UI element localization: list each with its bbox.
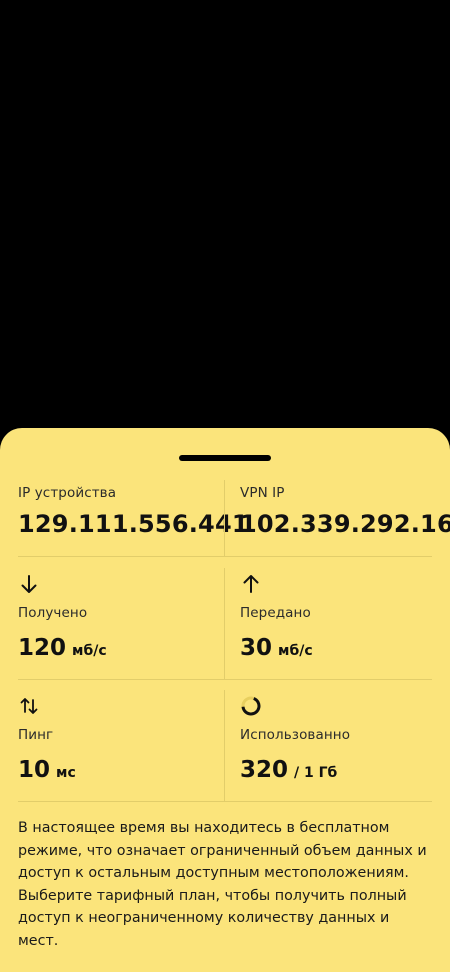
vpn-ip-label: VPN IP: [240, 485, 285, 501]
used-value: 320: [240, 757, 289, 783]
divider: [18, 801, 432, 802]
device-ip-cell: IP устройства 129.111.556.441: [18, 480, 249, 557]
received-value-group: 120 мб/с: [18, 635, 107, 661]
used-cell: Использованно 320 / 1 Гб: [224, 690, 432, 801]
sent-value: 30: [240, 635, 273, 661]
sheet-drag-handle[interactable]: [179, 455, 271, 461]
arrow-up-icon: [243, 575, 259, 593]
swap-vertical-icon: [20, 698, 38, 714]
used-value-group: 320 / 1 Гб: [240, 757, 337, 783]
vpn-ip-cell: VPN IP 102.339.292.161: [224, 480, 450, 557]
received-unit: мб/с: [72, 643, 107, 659]
received-value: 120: [18, 635, 67, 661]
ip-row: IP устройства 129.111.556.441 VPN IP 102…: [18, 480, 450, 557]
traffic-row: Получено 120 мб/с Передано 30 мб/с: [18, 568, 432, 679]
device-ip-label: IP устройства: [18, 485, 117, 501]
divider: [18, 679, 432, 680]
used-unit: / 1 Гб: [294, 765, 338, 781]
progress-ring-icon: [241, 696, 261, 716]
sent-value-group: 30 мб/с: [240, 635, 313, 661]
divider: [18, 556, 432, 557]
sent-cell: Передано 30 мб/с: [224, 568, 432, 679]
sent-unit: мб/с: [278, 643, 313, 659]
received-cell: Получено 120 мб/с: [18, 568, 224, 679]
connection-info-sheet: IP устройства 129.111.556.441 VPN IP 102…: [0, 428, 450, 972]
sent-label: Передано: [240, 605, 311, 621]
received-label: Получено: [18, 605, 88, 621]
vpn-ip-value: 102.339.292.161: [240, 510, 450, 538]
device-ip-value: 129.111.556.441: [18, 510, 249, 538]
usage-row: Пинг 10 мс Использованно 320 / 1 Гб: [18, 690, 432, 801]
ping-unit: мс: [56, 765, 76, 781]
free-mode-notice: В настоящее время вы находитесь в беспла…: [18, 820, 427, 949]
used-label: Использованно: [240, 727, 351, 743]
ping-value-group: 10 мс: [18, 757, 76, 783]
ping-value: 10: [18, 757, 51, 783]
ping-cell: Пинг 10 мс: [18, 690, 224, 801]
ping-label: Пинг: [18, 727, 54, 743]
arrow-down-icon: [21, 575, 37, 593]
